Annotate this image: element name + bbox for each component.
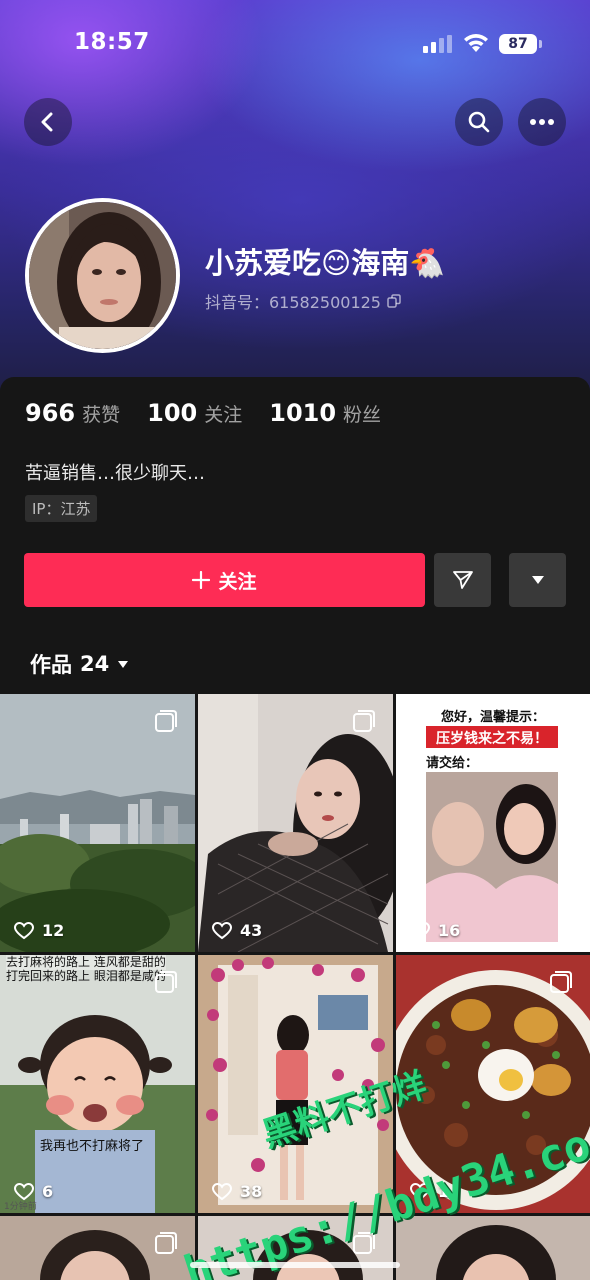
likes-count: 6	[42, 1182, 54, 1201]
more-options-button[interactable]	[518, 98, 566, 146]
home-indicator	[190, 1262, 400, 1268]
back-button[interactable]	[24, 98, 72, 146]
video-tile[interactable]: 去打麻将的路上 连风都是甜的 打完回来的路上 眼泪都是咸的 我再也不打麻将了 1…	[0, 955, 195, 1213]
video-likes: 16	[410, 921, 460, 940]
works-count: 24	[80, 652, 110, 676]
video-likes: 12	[14, 921, 64, 940]
douyin-id-row[interactable]: 抖音号：61582500125	[205, 289, 401, 313]
followers-count[interactable]: 1010	[269, 399, 336, 427]
tile-caption: 打完回来的路上 眼泪都是咸的	[6, 969, 166, 983]
video-thumbnail	[0, 955, 195, 1213]
douyin-id-text: 抖音号：61582500125	[205, 293, 381, 312]
following-label[interactable]: 关注	[204, 400, 242, 427]
video-likes: 6	[14, 1182, 53, 1201]
caret-down-icon	[531, 576, 544, 584]
heart-icon	[212, 1182, 232, 1200]
multi-image-icon	[353, 710, 375, 732]
wifi-icon	[464, 34, 488, 52]
follow-button[interactable]: 关注	[24, 553, 425, 607]
ip-location-tag: IP：江苏	[25, 495, 98, 522]
following-count[interactable]: 100	[147, 399, 197, 427]
tile-caption: 您好，温馨提示：	[440, 710, 545, 725]
heart-icon	[14, 1182, 34, 1200]
heart-icon	[14, 921, 34, 939]
video-thumbnail	[0, 694, 195, 952]
chevron-left-icon	[41, 112, 53, 132]
profile-bio: 苦逼销售…很少聊天…	[25, 463, 205, 484]
send-message-button[interactable]	[434, 553, 491, 607]
likes-count: 12	[42, 921, 65, 940]
video-tile[interactable]	[0, 1216, 195, 1280]
follow-button-label: 关注	[218, 570, 257, 593]
recommend-dropdown-button[interactable]	[509, 553, 566, 607]
video-tile[interactable]: 您好，温馨提示： 压岁钱来之不易！ 请交给： 16	[396, 694, 590, 952]
multi-image-icon	[155, 971, 177, 993]
profile-avatar[interactable]	[25, 198, 180, 353]
heart-icon	[212, 921, 232, 939]
avatar-photo	[29, 202, 176, 349]
search-button[interactable]	[455, 98, 503, 146]
battery-tip	[539, 40, 542, 48]
likes-count: 43	[240, 921, 263, 940]
multi-image-icon	[155, 1232, 177, 1254]
heart-icon	[410, 921, 430, 939]
plus-icon	[192, 571, 211, 589]
profile-stats: 966 获赞 100 关注 1010 粉丝	[25, 399, 408, 427]
multi-image-icon	[155, 710, 177, 732]
tab-works[interactable]: 作品 24	[30, 649, 129, 679]
video-tile[interactable]: 12	[0, 694, 195, 952]
video-tile[interactable]: 43	[198, 694, 393, 952]
caret-down-icon	[118, 660, 129, 668]
video-thumbnail	[198, 694, 393, 952]
video-thumbnail	[396, 1216, 590, 1280]
cellular-signal-icon	[423, 35, 453, 53]
video-likes: 38	[212, 1182, 262, 1201]
likes-count: 38	[240, 1182, 263, 1201]
profile-name: 小苏爱吃😊海南🐔	[205, 246, 446, 280]
tile-caption: 压岁钱来之不易！	[436, 731, 548, 747]
status-time: 18:57	[74, 29, 150, 55]
likes-count[interactable]: 966	[25, 399, 75, 427]
followers-label[interactable]: 粉丝	[343, 400, 381, 427]
send-icon	[452, 571, 473, 589]
likes-count: 16	[438, 921, 461, 940]
more-dots-icon	[530, 119, 554, 125]
multi-image-icon	[550, 971, 572, 993]
likes-label[interactable]: 获赞	[82, 400, 120, 427]
tile-caption: 请交给：	[426, 756, 479, 771]
search-icon	[468, 111, 490, 133]
tile-caption: 我再也不打麻将了	[40, 1139, 145, 1154]
battery-indicator: 87	[499, 34, 537, 54]
video-likes: 43	[212, 921, 262, 940]
works-label: 作品	[30, 653, 72, 677]
copy-icon[interactable]	[387, 294, 401, 308]
video-tile[interactable]	[396, 1216, 590, 1280]
status-bar: 18:57 87	[0, 0, 590, 88]
